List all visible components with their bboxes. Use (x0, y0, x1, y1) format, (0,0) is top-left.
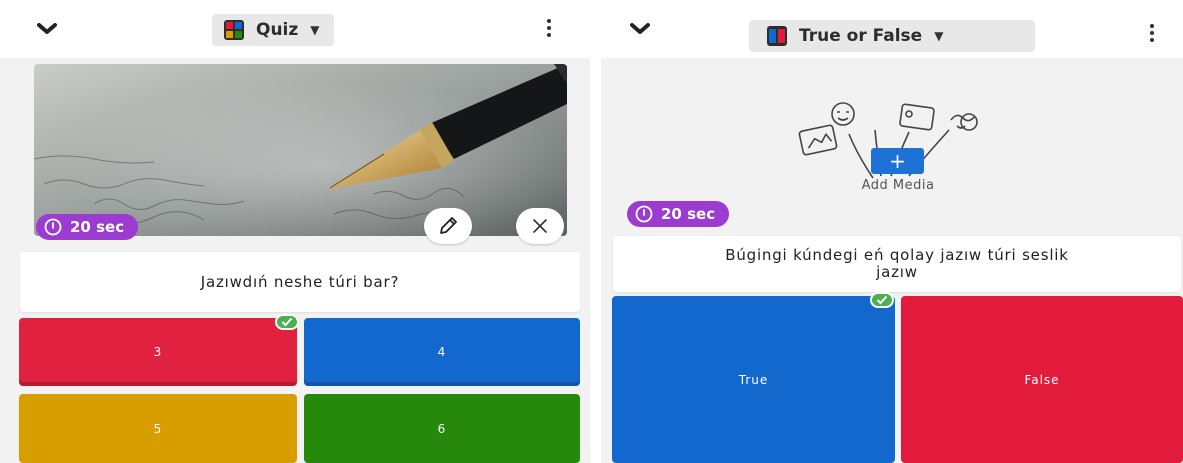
question-type-label: True or False (799, 26, 923, 46)
media-illustration-icon (798, 102, 978, 179)
answer-option-4[interactable]: 6 (304, 394, 580, 463)
question-image[interactable] (34, 64, 567, 236)
quiz-type-icon (224, 20, 244, 40)
answer-option-3[interactable]: 5 (19, 394, 297, 463)
top-bar: True or False ▼ (601, 0, 1183, 58)
more-vertical-icon[interactable] (544, 19, 554, 39)
true-false-editor-panel: True or False ▼ + Add Media 20 sec Búgin… (601, 0, 1183, 463)
quiz-editor-panel: Quiz ▼ 20 sec Jazıwdıń neshe túri bar? 3… (0, 0, 590, 463)
pencil-icon (440, 217, 457, 234)
question-type-label: Quiz (256, 20, 299, 40)
answer-label: 4 (437, 345, 447, 359)
answer-label: 3 (153, 345, 163, 359)
close-icon (533, 219, 547, 233)
question-text-field[interactable]: Búgingi kúndegi eń qolay jazıw túri sesl… (613, 236, 1181, 292)
answer-option-true[interactable]: True (612, 296, 895, 463)
top-bar: Quiz ▼ (0, 0, 590, 58)
answer-label: False (1024, 372, 1060, 387)
more-vertical-icon[interactable] (1147, 24, 1157, 44)
question-text: Búgingi kúndegi eń qolay jazıw túri sesl… (725, 246, 1069, 281)
chevron-down-icon[interactable] (629, 18, 651, 40)
fountain-pen-photo (34, 64, 567, 236)
correct-answer-check-icon[interactable] (275, 314, 299, 330)
answer-label: 5 (153, 421, 163, 436)
answer-label: True (738, 372, 769, 387)
clock-icon (635, 205, 653, 223)
answer-option-2[interactable]: 4 (304, 318, 580, 386)
caret-down-icon: ▼ (310, 23, 320, 37)
clock-icon (44, 218, 62, 236)
chevron-down-icon[interactable] (36, 18, 58, 40)
plus-icon: + (889, 149, 906, 173)
caret-down-icon: ▼ (934, 29, 944, 43)
answer-option-1[interactable]: 3 (19, 318, 297, 386)
timer-badge[interactable]: 20 sec (36, 214, 139, 240)
answer-option-false[interactable]: False (901, 296, 1183, 463)
question-type-selector[interactable]: True or False ▼ (749, 20, 1035, 52)
question-text: Jazıwdıń neshe túri bar? (200, 273, 400, 291)
edit-image-button[interactable] (424, 208, 472, 244)
add-media-button[interactable]: + (871, 148, 924, 174)
timer-text: 20 sec (661, 205, 716, 223)
add-media-label: Add Media (861, 178, 935, 193)
question-text-field[interactable]: Jazıwdıń neshe túri bar? (20, 252, 580, 312)
question-type-selector[interactable]: Quiz ▼ (212, 14, 334, 46)
screen-divider (590, 0, 601, 463)
remove-image-button[interactable] (516, 208, 564, 244)
answer-label: 6 (437, 421, 447, 436)
correct-answer-check-icon[interactable] (870, 292, 894, 308)
true-false-type-icon (767, 26, 787, 46)
timer-badge[interactable]: 20 sec (627, 201, 730, 227)
timer-text: 20 sec (70, 218, 125, 236)
